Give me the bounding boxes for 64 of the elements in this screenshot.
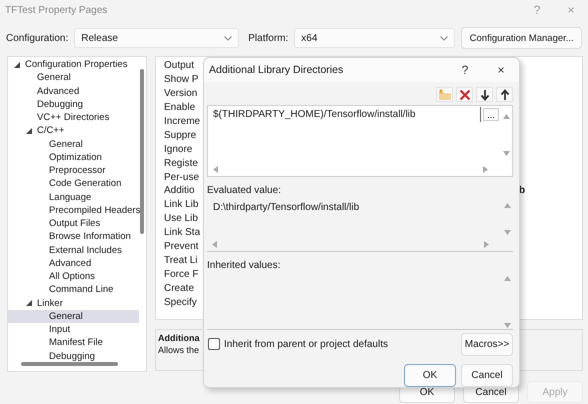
ok-button[interactable]: OK: [404, 364, 456, 387]
cancel-button[interactable]: Cancel: [461, 364, 513, 387]
evaluated-value-text: D:\thirdparty/Tensorflow/install/lib: [212, 201, 360, 213]
chevron-down-icon[interactable]: [440, 36, 448, 40]
configuration-manager-button[interactable]: Configuration Manager...: [461, 27, 582, 49]
inherited-values-label: Inherited values:: [207, 260, 282, 273]
macros-button[interactable]: Macros>>: [461, 332, 513, 356]
tree-item[interactable]: General: [8, 71, 139, 84]
scroll-left-icon[interactable]: [212, 241, 217, 248]
tree-item[interactable]: Advanced: [8, 84, 139, 98]
scroll-down-icon[interactable]: [504, 323, 510, 328]
dialog-title: Additional Library Directories: [209, 64, 344, 76]
tree-item[interactable]: Precompiled Headers: [8, 204, 139, 217]
tree-item[interactable]: General: [8, 310, 139, 323]
tree-item[interactable]: VC++ Directories: [8, 111, 139, 124]
expanded-triangle-icon[interactable]: [14, 62, 20, 68]
configuration-dropdown[interactable]: Release: [74, 28, 240, 48]
tree-item[interactable]: Browse Information: [8, 230, 139, 244]
close-button[interactable]: ×: [483, 58, 519, 82]
tree-item[interactable]: Debugging: [8, 350, 139, 363]
scroll-down-icon[interactable]: [504, 230, 510, 235]
expanded-triangle-icon[interactable]: [26, 300, 32, 306]
delete-button[interactable]: [456, 87, 473, 102]
help-button[interactable]: ?: [447, 58, 483, 82]
tree-item[interactable]: Input: [8, 323, 139, 336]
platform-label: Platform:: [248, 32, 288, 44]
tree-item[interactable]: Optimization: [8, 150, 139, 164]
move-down-button[interactable]: [476, 87, 493, 102]
scroll-right-icon[interactable]: [484, 241, 489, 248]
scroll-up-icon[interactable]: [502, 114, 510, 119]
platform-dropdown[interactable]: x64: [294, 28, 456, 48]
tree-item[interactable]: C/C++: [8, 124, 139, 138]
scroll-left-icon[interactable]: [213, 166, 218, 173]
scroll-up-icon[interactable]: [504, 203, 510, 208]
tree-item[interactable]: General: [8, 138, 139, 151]
tree-item[interactable]: Manifest File: [8, 336, 139, 350]
tree-item[interactable]: Command Line: [8, 283, 139, 296]
description-title: Additiona: [158, 333, 200, 343]
tree-item[interactable]: Language: [8, 190, 139, 204]
tree-item[interactable]: Preprocessor: [8, 164, 139, 178]
evaluated-value-label: Evaluated value:: [207, 185, 282, 198]
scroll-right-icon[interactable]: [483, 166, 488, 173]
move-up-button[interactable]: [496, 87, 513, 102]
checkbox-label[interactable]: Inherit from parent or project defaults: [224, 338, 388, 350]
description-text: Allows the: [158, 345, 200, 355]
checkbox[interactable]: [208, 338, 220, 350]
tree-item[interactable]: Configuration Properties: [8, 58, 139, 72]
directory-field[interactable]: $(THIRDPARTY_HOME)/Tensorflow/install/lib: [210, 107, 481, 122]
tree-item[interactable]: All Options: [8, 270, 139, 284]
scroll-up-icon[interactable]: [504, 276, 510, 281]
tree-item[interactable]: Code Generation: [8, 177, 139, 190]
configuration-label: Configuration:: [6, 32, 68, 44]
window-title: TFTest Property Pages: [5, 4, 108, 16]
scrollbar[interactable]: [21, 362, 118, 366]
tree-item[interactable]: Debugging: [8, 98, 139, 111]
browse-button[interactable]: ...: [483, 108, 499, 121]
scrollbar[interactable]: [140, 69, 144, 234]
scroll-down-icon[interactable]: [502, 151, 510, 156]
tree-item[interactable]: Advanced: [8, 256, 139, 270]
tree-item[interactable]: Output Files: [8, 217, 139, 230]
tree-item[interactable]: Linker: [8, 296, 139, 310]
tree-item[interactable]: External Includes: [8, 244, 139, 257]
expanded-triangle-icon[interactable]: [26, 128, 32, 134]
chevron-down-icon[interactable]: [224, 36, 232, 40]
